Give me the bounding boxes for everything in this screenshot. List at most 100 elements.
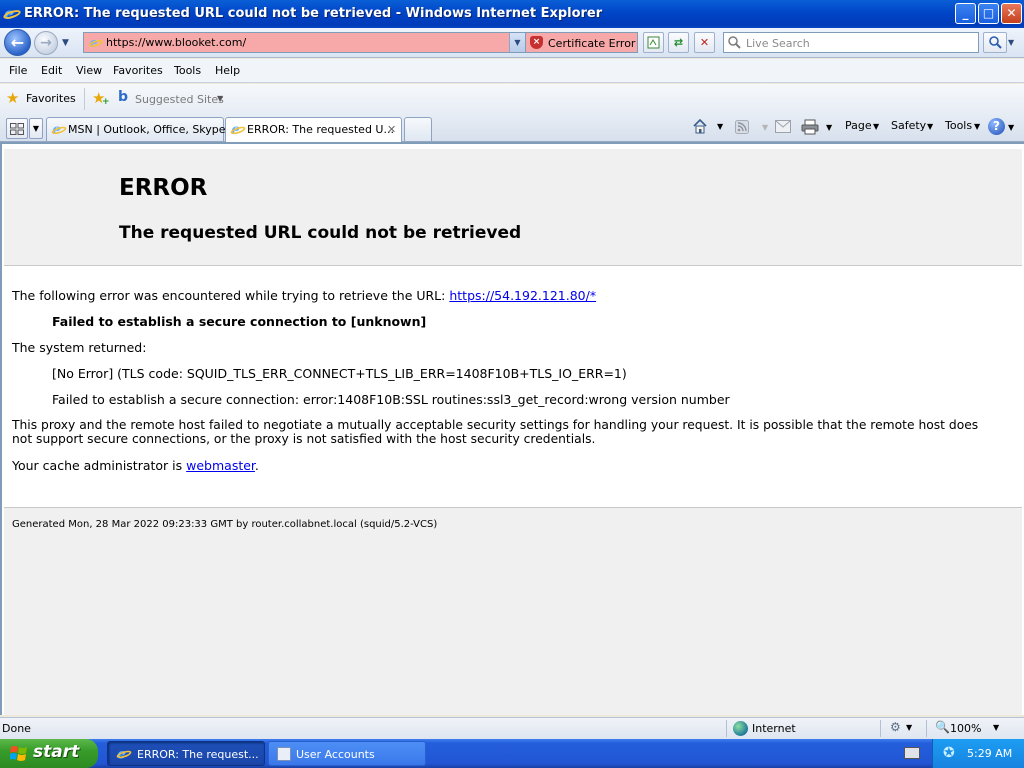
system-tray: ✪ 5:29 AM xyxy=(932,739,1024,768)
forward-button[interactable]: → xyxy=(34,31,58,55)
menu-help[interactable]: Help xyxy=(215,64,240,77)
clock[interactable]: 5:29 AM xyxy=(967,747,1012,760)
requested-url-link[interactable]: https://54.192.121.80/* xyxy=(449,288,596,303)
search-icon xyxy=(728,36,741,49)
tab-list-dropdown[interactable]: ▼ xyxy=(29,118,43,139)
favorites-button[interactable]: ★ Favorites xyxy=(4,89,80,109)
suggested-sites-dropdown-icon: ▼ xyxy=(217,94,224,103)
taskbar-button-user-accounts[interactable]: User Accounts xyxy=(268,741,426,766)
tab-msn[interactable]: e MSN | Outlook, Office, Skype... xyxy=(46,117,236,141)
help-dropdown-icon: ▼ xyxy=(1008,123,1015,132)
admin-suffix: . xyxy=(254,458,259,473)
menu-view[interactable]: View xyxy=(76,64,102,77)
ssl-error-detail: Failed to establish a secure connection:… xyxy=(52,392,730,407)
menu-bar: File Edit View Favorites Tools Help xyxy=(0,59,1024,83)
search-input[interactable]: Live Search xyxy=(746,37,810,50)
print-button[interactable]: ▼ xyxy=(801,119,837,137)
webmaster-link[interactable]: webmaster xyxy=(186,458,255,473)
address-input[interactable]: https://www.blooket.com/ xyxy=(106,36,246,49)
maximize-button[interactable]: □ xyxy=(978,3,999,24)
globe-icon xyxy=(733,721,748,736)
safety-menu-button[interactable]: Safety ▼ xyxy=(891,114,937,138)
intro-text: The following error was encountered whil… xyxy=(12,288,446,303)
ie-icon: e xyxy=(2,4,22,23)
close-tab-icon[interactable]: ✕ xyxy=(387,123,396,136)
intro-paragraph: The following error was encountered whil… xyxy=(12,288,596,303)
page-menu-button[interactable]: Page ▼ xyxy=(845,114,885,138)
read-mail-icon xyxy=(775,120,791,133)
protected-mode-button[interactable]: ⚙ ▼ xyxy=(886,720,922,737)
read-mail-button[interactable] xyxy=(775,120,793,138)
protected-mode-dropdown-icon: ▼ xyxy=(906,723,913,732)
address-bar[interactable]: e https://www.blooket.com/ ▼ xyxy=(83,32,526,53)
help-button[interactable]: ? ▼ xyxy=(988,117,1020,139)
tools-menu-label: Tools xyxy=(945,119,973,132)
home-dropdown-icon: ▼ xyxy=(717,122,724,131)
refresh-icon: ⇄ xyxy=(673,36,684,49)
tab-error[interactable]: e ERROR: The requested U... ✕ xyxy=(225,117,402,142)
feeds-button[interactable] xyxy=(735,120,757,138)
add-to-favorites-bar-button[interactable]: ★ + xyxy=(91,89,111,109)
search-options-dropdown[interactable]: ▼ xyxy=(1008,38,1014,47)
title-bar[interactable]: e ERROR: The requested URL could not be … xyxy=(0,0,1024,28)
menu-tools[interactable]: Tools xyxy=(174,64,201,77)
rss-feeds-icon xyxy=(735,120,749,134)
menu-file[interactable]: File xyxy=(9,64,27,77)
ie-page-icon: e xyxy=(88,35,104,50)
favorites-bar: ★ Favorites ★ + b Suggested Sites ▼ xyxy=(0,84,1024,114)
ie-icon: e xyxy=(115,746,133,762)
add-plus-icon: + xyxy=(102,97,110,107)
zoom-icon: 🔍 xyxy=(935,720,950,734)
ie-icon: e xyxy=(229,122,247,138)
search-go-icon xyxy=(988,36,1002,49)
home-icon xyxy=(693,118,707,134)
compatibility-view-button[interactable] xyxy=(643,32,664,53)
suggested-sites-label: Suggested Sites xyxy=(135,93,224,106)
tab-label: ERROR: The requested U... xyxy=(247,123,394,136)
recent-pages-dropdown[interactable]: ▼ xyxy=(62,38,69,48)
taskbar-button-ie[interactable]: e ERROR: The request... xyxy=(107,741,265,766)
close-button[interactable]: ✕ xyxy=(1001,3,1022,24)
status-bar: Done Internet ⚙ ▼ 🔍 100% ▼ xyxy=(0,717,1024,739)
certificate-error-button[interactable]: × Certificate Error xyxy=(526,32,638,53)
stop-button[interactable]: ✕ xyxy=(694,32,715,53)
explanation-line-1: This proxy and the remote host failed to… xyxy=(12,418,979,432)
minimize-button[interactable]: _ xyxy=(955,3,976,24)
search-button[interactable] xyxy=(983,32,1007,53)
tls-error-code: [No Error] (TLS code: SQUID_TLS_ERR_CONN… xyxy=(52,366,627,381)
compatibility-icon xyxy=(647,36,660,49)
refresh-button[interactable]: ⇄ xyxy=(668,32,689,53)
favorites-star-icon: ★ xyxy=(6,89,20,107)
page-footer: Generated Mon, 28 Mar 2022 09:23:33 GMT … xyxy=(4,507,1022,715)
address-dropdown[interactable]: ▼ xyxy=(509,33,525,52)
page-menu-label: Page xyxy=(845,119,872,132)
page-subtitle: The requested URL could not be retrieved xyxy=(119,223,522,243)
network-icon[interactable]: ✪ xyxy=(943,745,959,761)
navigation-bar: ← → ▼ e https://www.blooket.com/ ▼ × Cer… xyxy=(0,28,1024,58)
new-tab-button[interactable] xyxy=(404,117,432,141)
favorites-divider xyxy=(84,88,85,110)
search-box[interactable]: Live Search xyxy=(723,32,979,53)
windows-logo-icon xyxy=(10,746,27,761)
certificate-shield-icon: × xyxy=(530,36,543,49)
feeds-dropdown-icon: ▼ xyxy=(762,123,769,132)
keyboard-icon[interactable] xyxy=(904,747,920,759)
home-button[interactable]: ▼ xyxy=(692,117,724,139)
page-dropdown-icon: ▼ xyxy=(873,122,880,131)
menu-edit[interactable]: Edit xyxy=(41,64,62,77)
system-returned-label: The system returned: xyxy=(12,340,147,355)
print-dropdown-icon: ▼ xyxy=(826,123,833,132)
back-button[interactable]: ← xyxy=(4,29,31,56)
page-content[interactable]: ERROR The requested URL could not be ret… xyxy=(0,142,1024,715)
tools-menu-button[interactable]: Tools ▼ xyxy=(945,114,985,138)
zoom-button[interactable]: 🔍 100% ▼ xyxy=(933,720,1005,737)
window-title: ERROR: The requested URL could not be re… xyxy=(24,6,603,21)
network-glyph: ✪ xyxy=(943,745,955,761)
suggested-sites-button[interactable]: b Suggested Sites ▼ xyxy=(116,89,228,109)
start-button[interactable]: start xyxy=(0,739,98,768)
stop-icon: ✕ xyxy=(699,36,710,49)
favorites-label: Favorites xyxy=(26,92,76,105)
page-title: ERROR xyxy=(119,175,208,201)
quick-tabs-button[interactable] xyxy=(6,118,28,139)
menu-favorites[interactable]: Favorites xyxy=(113,64,163,77)
